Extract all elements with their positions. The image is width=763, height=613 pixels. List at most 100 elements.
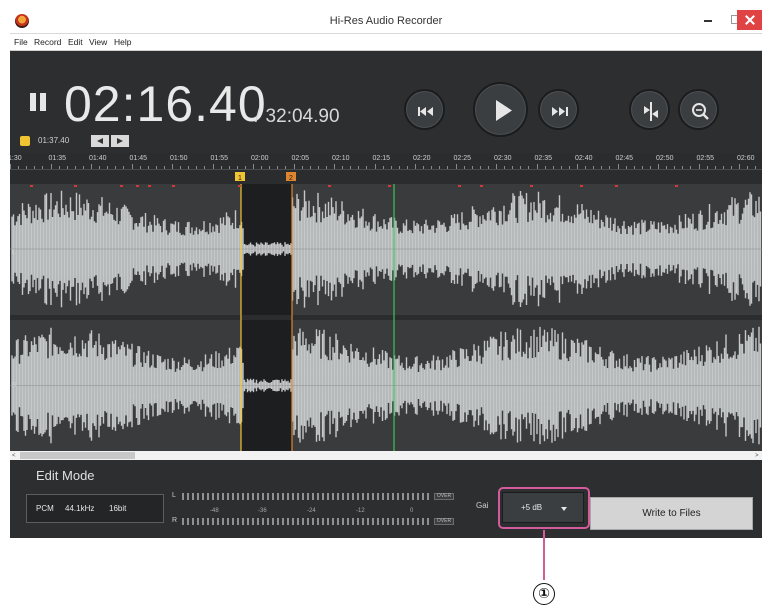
ruler-tick xyxy=(204,166,206,169)
ruler-tick xyxy=(91,164,92,169)
ruler-tick xyxy=(196,166,198,169)
ruler-tick xyxy=(406,166,408,169)
scroll-left-icon[interactable]: < xyxy=(12,453,16,459)
ruler-label: 02:30 xyxy=(494,155,512,162)
ruler-tick xyxy=(350,166,352,169)
clip-indicator xyxy=(580,185,583,187)
scroll-right-icon[interactable]: > xyxy=(755,453,759,459)
level-meter-r xyxy=(182,518,430,525)
ruler-tick xyxy=(666,166,668,169)
menu-record[interactable]: Record xyxy=(34,37,61,47)
marker-2-label: 2 xyxy=(289,175,293,182)
ruler-tick xyxy=(649,166,651,169)
mode-title: Edit Mode xyxy=(36,468,95,483)
clip-indicator xyxy=(148,185,151,187)
meter-scale-12: -12 xyxy=(356,508,365,514)
ruler-tick xyxy=(568,166,570,169)
next-track-button[interactable] xyxy=(538,89,579,130)
clip-indicator xyxy=(458,185,461,187)
format-info: PCM 44.1kHz 16bit xyxy=(26,494,164,523)
ruler-tick xyxy=(479,166,481,169)
ruler-label: 02:15 xyxy=(372,155,391,162)
pause-icon[interactable] xyxy=(30,93,46,111)
channel-l-label: L xyxy=(12,249,16,256)
ruler-tick xyxy=(26,166,28,169)
ruler-tick xyxy=(544,166,546,169)
cut-button[interactable] xyxy=(629,89,670,130)
ruler-tick xyxy=(439,166,441,169)
menu-bar: File Record Edit View Help xyxy=(10,34,762,51)
menu-help[interactable]: Help xyxy=(114,37,131,47)
marker-time: 01:37.40 xyxy=(38,136,70,145)
scrollbar-thumb[interactable] xyxy=(20,452,135,459)
meter-scale-24: -24 xyxy=(307,508,316,514)
ruler-tick xyxy=(447,166,449,169)
zoom-out-button[interactable] xyxy=(678,89,719,130)
horizontal-scrollbar[interactable]: < > xyxy=(10,451,762,460)
clip-indicator xyxy=(74,185,77,187)
ruler-tick xyxy=(374,164,376,169)
total-time: / 32:04.90 xyxy=(255,106,340,127)
callout-line xyxy=(543,530,545,580)
marker-icon xyxy=(20,136,30,146)
ruler-tick xyxy=(504,166,506,169)
menu-view[interactable]: View xyxy=(89,37,107,47)
ruler-tick xyxy=(390,166,392,169)
previous-track-button[interactable] xyxy=(404,89,445,130)
ruler-label: 02:10 xyxy=(332,155,350,162)
ruler-tick xyxy=(496,164,497,169)
peak-indicator-l: OVER xyxy=(434,493,454,500)
ruler-tick xyxy=(463,166,465,169)
previous-marker-button[interactable] xyxy=(91,135,109,147)
ruler-tick xyxy=(163,166,165,169)
ruler-tick xyxy=(358,166,360,169)
ruler-tick xyxy=(714,166,716,169)
ruler-tick xyxy=(455,164,457,169)
play-button[interactable] xyxy=(473,82,528,137)
ruler-tick xyxy=(277,166,279,169)
ruler-tick xyxy=(18,166,20,169)
meter-scale-36: -36 xyxy=(258,508,267,514)
meter-scale-48: -48 xyxy=(210,508,219,514)
next-track-icon xyxy=(552,107,568,116)
ruler-tick xyxy=(123,166,125,169)
ruler-tick xyxy=(188,166,190,169)
ruler-label: 02:50 xyxy=(656,155,674,162)
ruler-tick xyxy=(625,166,627,169)
ruler-tick xyxy=(131,164,133,169)
peak-indicator-r: OVER xyxy=(434,518,454,525)
ruler-label: 01:50 xyxy=(170,155,188,162)
marker-2[interactable]: 2 xyxy=(286,172,296,182)
minimize-button[interactable] xyxy=(695,10,722,30)
ruler-tick xyxy=(155,166,157,169)
waveform-area[interactable]: L R xyxy=(10,184,762,451)
ruler-label: 01:35 xyxy=(48,155,67,162)
ruler-label: 1:30 xyxy=(10,155,22,162)
write-to-files-button[interactable]: Write to Files xyxy=(590,497,753,530)
ruler-label: 02:05 xyxy=(291,155,310,162)
clip-indicator xyxy=(328,185,331,187)
marker-row: 1 2 xyxy=(10,170,762,184)
gain-label: Gai xyxy=(476,501,489,510)
close-button[interactable] xyxy=(737,10,762,30)
menu-file[interactable]: File xyxy=(14,37,28,47)
ruler-tick xyxy=(617,164,619,169)
ruler-tick xyxy=(512,166,514,169)
next-marker-button[interactable] xyxy=(111,135,129,147)
marker-1[interactable]: 1 xyxy=(235,172,245,182)
meter-l-label: L xyxy=(172,492,176,499)
marker-1-label: 1 xyxy=(238,175,242,182)
ruler-tick xyxy=(471,166,473,169)
ruler-tick xyxy=(180,166,182,169)
ruler-tick xyxy=(342,166,344,169)
timeline-ruler[interactable]: 1:30 01:35 01:40 01:45 01:50 01:55 02:00 02:05 0… xyxy=(10,153,762,170)
ruler-tick xyxy=(698,164,700,169)
ruler-tick xyxy=(236,166,238,169)
menu-edit[interactable]: Edit xyxy=(68,37,83,47)
clip-indicator xyxy=(120,185,123,187)
previous-track-icon xyxy=(418,107,433,116)
ruler-tick xyxy=(139,166,141,169)
transport-panel: 02:16.40 / 32:04.90 01:37.40 xyxy=(10,51,762,153)
ruler-tick xyxy=(212,164,214,169)
title-bar: Hi-Res Audio Recorder xyxy=(10,10,762,34)
